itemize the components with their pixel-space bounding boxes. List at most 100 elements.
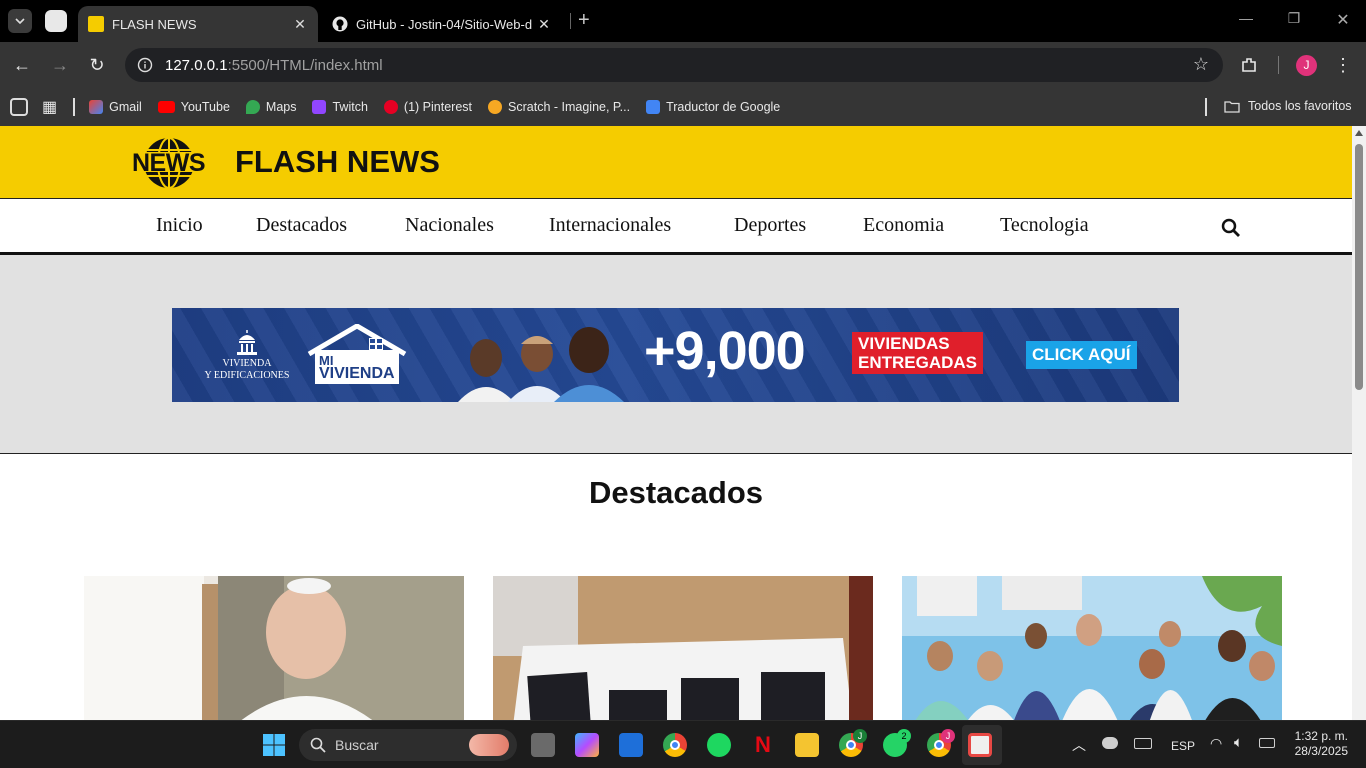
ad-banner[interactable]: VIVIENDA Y EDIFICACIONES MI VIVIENDA +9,… xyxy=(172,308,1179,402)
nav-tecnologia[interactable]: Tecnologia xyxy=(1000,214,1089,237)
back-icon[interactable]: ← xyxy=(11,54,33,76)
language-indicator[interactable]: ESP xyxy=(1171,739,1195,753)
file-explorer-icon[interactable] xyxy=(795,733,819,757)
banner-tag-line1: VIVIENDAS xyxy=(858,334,950,353)
chrome-icon[interactable] xyxy=(663,733,687,757)
extensions-icon[interactable] xyxy=(1238,54,1260,76)
news-card-image[interactable] xyxy=(84,576,464,720)
wifi-icon[interactable]: ◠ xyxy=(1210,735,1222,752)
bookmark-youtube[interactable]: YouTube xyxy=(157,100,230,114)
bookmark-maps[interactable]: Maps xyxy=(245,100,297,114)
news-card-image[interactable] xyxy=(902,576,1282,720)
active-app-highlight xyxy=(962,725,1002,765)
search-icon[interactable] xyxy=(1221,218,1241,238)
bookmark-divider xyxy=(73,98,76,116)
nav-economia[interactable]: Economia xyxy=(863,214,944,237)
browser-toolbar: ← → ↻ 127.0.0.1:5500/HTML/index.html ☆ J… xyxy=(0,42,1366,88)
logo-text: NEWS xyxy=(132,149,206,177)
bookmark-label: Traductor de Google xyxy=(666,100,781,114)
bookmark-twitch[interactable]: Twitch xyxy=(312,100,368,114)
bookmark-label: (1) Pinterest xyxy=(403,100,473,114)
search-placeholder: Buscar xyxy=(335,737,379,753)
keyboard-icon[interactable] xyxy=(1134,738,1152,749)
bookmarks-bar: ▦ Gmail YouTube Maps Twitch (1) Pinteres… xyxy=(0,88,1366,126)
ad-area: VIVIENDA Y EDIFICACIONES MI VIVIENDA +9,… xyxy=(0,255,1352,454)
toolbar-divider xyxy=(1278,56,1279,74)
clock-time: 1:32 p. m. xyxy=(1294,729,1348,743)
spotify-icon[interactable] xyxy=(707,733,731,757)
address-bar[interactable]: 127.0.0.1:5500/HTML/index.html ☆ xyxy=(125,48,1223,82)
restore-icon[interactable]: ❐ xyxy=(1279,10,1309,27)
tab-flash-news[interactable]: FLASH NEWS ✕ xyxy=(78,6,318,42)
apps-grid-icon[interactable]: ▦ xyxy=(42,97,57,117)
bookmark-gmail[interactable]: Gmail xyxy=(89,100,142,114)
profile-avatar[interactable]: J xyxy=(1296,55,1317,76)
bookmark-star-icon[interactable]: ☆ xyxy=(1193,54,1209,75)
bookmark-scratch[interactable]: Scratch - Imagine, P... xyxy=(488,100,630,114)
nav-internacionales[interactable]: Internacionales xyxy=(549,214,671,237)
nav-inicio[interactable]: Inicio xyxy=(156,214,203,237)
scroll-up-icon[interactable] xyxy=(1355,130,1363,136)
gmail-icon xyxy=(89,100,104,114)
nav-deportes[interactable]: Deportes xyxy=(734,214,806,237)
chevron-down-icon xyxy=(15,18,25,24)
news-logo[interactable]: NEWS xyxy=(130,136,208,190)
clock[interactable]: 1:32 p. m. 28/3/2025 xyxy=(1290,729,1348,759)
volume-icon[interactable]: 🔈︎ xyxy=(1234,734,1243,751)
page-scrollbar[interactable] xyxy=(1352,126,1366,720)
news-photo xyxy=(84,576,464,720)
battery-icon[interactable] xyxy=(1259,738,1275,748)
bookmark-label: Todos los favoritos xyxy=(1248,99,1352,113)
menu-kebab-icon[interactable]: ⋮ xyxy=(1332,54,1354,76)
tab-search-icon[interactable] xyxy=(10,98,28,116)
microsoft-store-icon[interactable] xyxy=(619,733,643,757)
url-host: 127.0.0.1 xyxy=(165,56,228,74)
close-tab-icon[interactable]: ✕ xyxy=(292,16,308,33)
folder-icon xyxy=(1224,100,1240,113)
windows-start-icon[interactable] xyxy=(262,733,286,757)
scrollbar-thumb[interactable] xyxy=(1355,144,1363,390)
bookmark-label: Maps xyxy=(265,100,297,114)
nav-destacados[interactable]: Destacados xyxy=(256,214,347,237)
bookmark-translate[interactable]: Traductor de Google xyxy=(646,100,780,114)
tab-title: GitHub - Jostin-04/Sitio-Web-d xyxy=(356,16,533,32)
bookmark-label: YouTube xyxy=(180,100,230,114)
taskbar-search-box[interactable]: Buscar xyxy=(299,729,517,761)
forward-icon[interactable]: → xyxy=(49,54,71,76)
banner-cta-button[interactable]: CLICK AQUÍ xyxy=(1026,341,1137,369)
news-photo xyxy=(902,576,1282,720)
tab-github[interactable]: GitHub - Jostin-04/Sitio-Web-d ✕ xyxy=(322,6,562,42)
new-tab-icon[interactable]: + xyxy=(578,9,590,32)
government-building-icon xyxy=(237,330,257,355)
onedrive-icon[interactable] xyxy=(1102,737,1118,749)
main-nav: Inicio Destacados Nacionales Internacion… xyxy=(0,200,1352,255)
news-card-image[interactable] xyxy=(493,576,873,720)
site-title: FLASH NEWS xyxy=(235,144,440,179)
tab-divider xyxy=(570,13,571,29)
site-info-icon[interactable] xyxy=(137,57,153,73)
nav-nacionales[interactable]: Nacionales xyxy=(405,214,494,237)
close-window-icon[interactable]: ✕ xyxy=(1328,10,1358,30)
maps-icon xyxy=(245,100,260,114)
tab-search-button[interactable] xyxy=(8,9,32,33)
banner-number: +9,000 xyxy=(644,321,806,381)
search-icon xyxy=(310,737,326,753)
tab-group-icon[interactable] xyxy=(45,10,67,32)
copilot-icon[interactable] xyxy=(575,733,599,757)
show-hidden-icons-icon[interactable]: ︿ xyxy=(1072,735,1086,755)
netflix-icon[interactable]: N xyxy=(751,732,775,757)
minimize-icon[interactable]: — xyxy=(1231,10,1261,26)
browser-tab-bar: FLASH NEWS ✕ GitHub - Jostin-04/Sitio-We… xyxy=(0,0,1366,42)
close-tab-icon[interactable]: ✕ xyxy=(536,16,552,33)
chrome-profile-badge: J xyxy=(941,729,955,743)
banner-org-line2: Y EDIFICACIONES xyxy=(204,370,290,381)
brand-line2: VIVIENDA xyxy=(319,365,395,382)
reload-icon[interactable]: ↻ xyxy=(86,54,108,76)
task-view-icon[interactable] xyxy=(531,733,555,757)
web-page: NEWS FLASH NEWS Inicio Destacados Nacion… xyxy=(0,126,1352,720)
windows-taskbar: Buscar N J 2 J ︿ ESP ◠ 🔈︎ 1:32 p. m. 28/… xyxy=(0,720,1366,768)
news-photo xyxy=(493,576,873,720)
bookmark-pinterest[interactable]: (1) Pinterest xyxy=(383,100,473,114)
bookmark-divider xyxy=(1205,98,1207,116)
all-bookmarks-folder[interactable]: Todos los favoritos xyxy=(1224,99,1352,113)
